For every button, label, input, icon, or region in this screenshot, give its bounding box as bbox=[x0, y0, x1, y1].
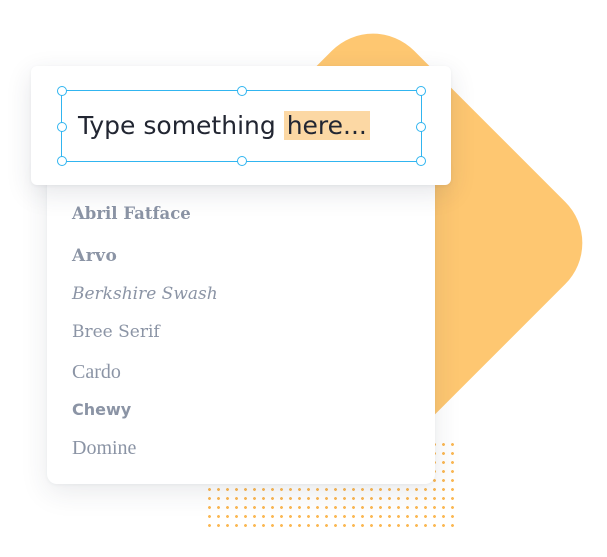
text-editor-card: Type something here... bbox=[31, 66, 451, 185]
font-option-bree-serif[interactable]: Bree Serif bbox=[72, 324, 160, 341]
font-option-berkshire-swash[interactable]: Berkshire Swash bbox=[72, 286, 218, 303]
resize-handle-top-center[interactable] bbox=[237, 86, 247, 96]
font-option-cardo[interactable]: Cardo bbox=[72, 362, 121, 382]
font-option-abril-fatface[interactable]: Abril Fatface bbox=[72, 205, 191, 223]
resize-handle-bottom-center[interactable] bbox=[237, 156, 247, 166]
resize-handle-bottom-right[interactable] bbox=[416, 156, 426, 166]
resize-handle-top-left[interactable] bbox=[57, 86, 67, 96]
font-option-arvo[interactable]: Arvo bbox=[72, 248, 117, 265]
editable-text[interactable]: Type something here... bbox=[78, 107, 370, 144]
resize-handle-middle-right[interactable] bbox=[416, 122, 426, 132]
resize-handle-bottom-left[interactable] bbox=[57, 156, 67, 166]
text-before-highlight: Type something bbox=[78, 111, 284, 140]
highlighted-text: here... bbox=[283, 111, 370, 140]
font-option-chewy[interactable]: Chewy bbox=[72, 402, 131, 418]
text-selection-box[interactable]: Type something here... bbox=[57, 86, 426, 166]
font-option-domine[interactable]: Domine bbox=[72, 438, 136, 458]
resize-handle-middle-left[interactable] bbox=[57, 122, 67, 132]
resize-handle-top-right[interactable] bbox=[416, 86, 426, 96]
font-dropdown-list: Abril Fatface Arvo Berkshire Swash Bree … bbox=[47, 160, 435, 484]
